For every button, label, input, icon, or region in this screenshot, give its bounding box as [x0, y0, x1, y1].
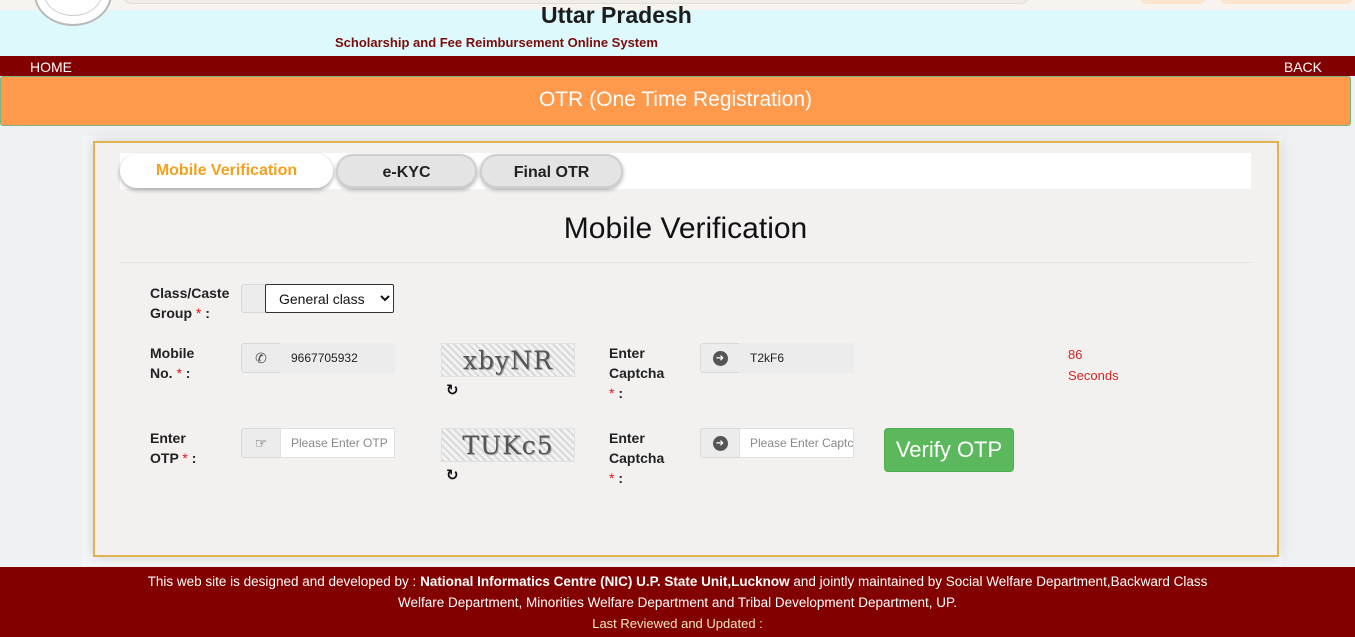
footer-last-reviewed: Last Reviewed and Updated : [592, 616, 763, 631]
class-group-select[interactable]: General class [265, 284, 394, 313]
nav-bar: HOME BACK [0, 56, 1355, 76]
captcha2-label: Enter Captcha * : [609, 430, 665, 486]
phone-addon: ✆ [241, 343, 281, 373]
tab-mobile-verification[interactable]: Mobile Verification [120, 154, 333, 188]
class-group-label: Class/Caste Group * : [150, 285, 230, 321]
captcha2-input[interactable] [739, 428, 854, 458]
class-group-addon [241, 284, 266, 313]
captcha1-input[interactable] [739, 343, 854, 373]
site-header: Uttar Pradesh Scholarship and Fee Reimbu… [0, 0, 1355, 56]
captcha-image-1: xbyNR [441, 343, 575, 377]
site-footer: This web site is designed and developed … [0, 567, 1355, 637]
section-title: Mobile Verification [563, 212, 808, 245]
refresh-icon[interactable]: ↻ [446, 381, 459, 399]
home-link[interactable]: HOME [30, 59, 72, 75]
captcha-image-2: TUKc5 [441, 428, 575, 462]
back-link[interactable]: BACK [1284, 59, 1322, 75]
state-title: Uttar Pradesh [541, 2, 692, 28]
verify-otp-button[interactable]: Verify OTP [884, 428, 1014, 472]
otp-label: Enter OTP * : [150, 430, 197, 466]
phone-icon: ✆ [255, 349, 267, 366]
footer-line-2: Welfare Department, Minorities Welfare D… [398, 595, 957, 610]
site-subtitle: Scholarship and Fee Reimbursement Online… [335, 35, 658, 50]
mobile-input[interactable] [280, 343, 395, 373]
required-mark: * [182, 450, 188, 466]
arrow-circle-right-icon: ➜ [712, 435, 728, 451]
required-mark: * [195, 305, 202, 321]
arrow-circle-right-icon: ➜ [712, 350, 728, 366]
top-pill-2 [1218, 0, 1355, 4]
tab-ekyc[interactable]: e-KYC [336, 154, 477, 188]
required-mark: * [176, 365, 182, 381]
hand-point-icon: ☞ [254, 434, 268, 451]
arrow-addon: ➜ [700, 428, 740, 458]
mobile-label: Mobile No. * : [150, 345, 195, 381]
hand-addon: ☞ [241, 428, 281, 458]
page-banner: OTR (One Time Registration) [0, 76, 1351, 126]
state-emblem-logo [34, 0, 112, 26]
required-mark: * [609, 470, 615, 486]
otp-input[interactable] [280, 428, 395, 458]
arrow-addon: ➜ [700, 343, 740, 373]
top-pill-1 [1138, 0, 1208, 4]
footer-line-1: This web site is designed and developed … [147, 574, 1208, 589]
banner-title: OTR (One Time Registration) [538, 88, 813, 111]
required-mark: * [609, 385, 615, 401]
footer-org: National Informatics Centre (NIC) U.P. S… [420, 574, 790, 589]
tab-final-otr[interactable]: Final OTR [480, 154, 623, 188]
captcha1-label: Enter Captcha * : [609, 345, 665, 401]
section-divider [120, 262, 1251, 263]
refresh-icon[interactable]: ↻ [446, 466, 459, 484]
otp-timer: 86 Seconds [1068, 347, 1119, 383]
